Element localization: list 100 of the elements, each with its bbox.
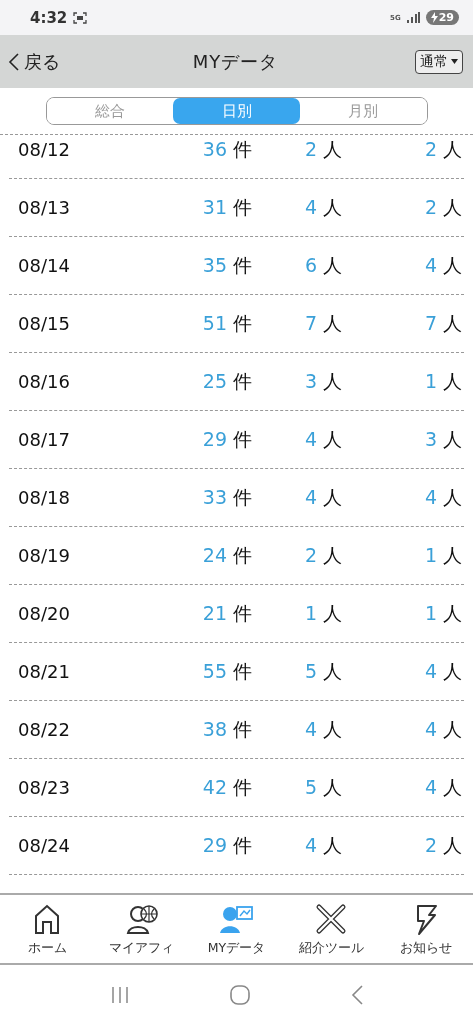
unit-label: 件: [233, 832, 252, 858]
count-value: 2: [424, 137, 437, 160]
count-value: 51: [202, 311, 227, 334]
count-value: 29: [202, 427, 227, 450]
count-value: 4: [304, 195, 317, 218]
count-value: 42: [202, 775, 227, 798]
count-value: 1: [424, 543, 437, 566]
count-value: 4: [304, 717, 317, 740]
nav-tab[interactable]: お知らせ: [380, 901, 471, 957]
count-value: 4: [424, 659, 437, 682]
date-label: 08/21: [18, 661, 71, 682]
count-value: 2: [424, 195, 437, 218]
back-icon[interactable]: [349, 983, 364, 1006]
unit-label: 人: [443, 832, 462, 858]
battery-indicator: 29: [425, 10, 459, 25]
count-value: 4: [304, 427, 317, 450]
count-value: 4: [424, 717, 437, 740]
nav-tab[interactable]: 紹介ツール: [286, 901, 377, 957]
date-label: 08/15: [18, 313, 71, 334]
count-value: 4: [304, 833, 317, 856]
unit-label: 人: [443, 600, 462, 626]
unit-label: 人: [323, 600, 342, 626]
unit-label: 件: [233, 426, 252, 452]
unit-label: 人: [323, 136, 342, 162]
count-value: 4: [424, 775, 437, 798]
date-label: 08/14: [18, 255, 71, 276]
unit-label: 人: [323, 368, 342, 394]
count-value: 21: [202, 601, 227, 624]
unit-label: 人: [443, 368, 462, 394]
count-value: 1: [424, 601, 437, 624]
count-value: 31: [202, 195, 227, 218]
unit-label: 件: [233, 136, 252, 162]
unit-label: 件: [233, 484, 252, 510]
date-label: 08/17: [18, 429, 71, 450]
count-value: 7: [304, 311, 317, 334]
back-button[interactable]: 戻る: [8, 49, 108, 74]
count-value: 55: [202, 659, 227, 682]
unit-label: 人: [443, 774, 462, 800]
count-value: 24: [202, 543, 227, 566]
caret-icon: [451, 59, 458, 64]
date-label: 08/13: [18, 197, 71, 218]
count-value: 2: [424, 833, 437, 856]
unit-label: 人: [323, 484, 342, 510]
recent-apps-icon[interactable]: [109, 985, 130, 1004]
unit-label: 人: [323, 542, 342, 568]
nav-tab[interactable]: MYデータ: [191, 901, 282, 957]
count-value: 2: [304, 543, 317, 566]
unit-label: 件: [233, 252, 252, 278]
count-value: 4: [424, 253, 437, 276]
count-value: 3: [424, 427, 437, 450]
date-label: 08/12: [18, 139, 71, 160]
unit-label: 人: [443, 658, 462, 684]
unit-label: 人: [323, 832, 342, 858]
unit-label: 人: [323, 194, 342, 220]
date-label: 08/19: [18, 545, 71, 566]
unit-label: 人: [323, 658, 342, 684]
count-value: 2: [304, 137, 317, 160]
date-label: 08/24: [18, 835, 71, 856]
count-value: 36: [202, 137, 227, 160]
count-value: 5: [304, 659, 317, 682]
mode-dropdown[interactable]: 通常: [415, 49, 463, 74]
nav-tab[interactable]: マイアフィ: [96, 901, 187, 957]
count-value: 33: [202, 485, 227, 508]
count-value: 38: [202, 717, 227, 740]
unit-label: 件: [233, 310, 252, 336]
date-label: 08/18: [18, 487, 71, 508]
count-value: 5: [304, 775, 317, 798]
unit-label: 人: [323, 252, 342, 278]
unit-label: 人: [443, 542, 462, 568]
count-value: 7: [424, 311, 437, 334]
count-value: 25: [202, 369, 227, 392]
count-value: 3: [304, 369, 317, 392]
count-value: 1: [424, 369, 437, 392]
unit-label: 人: [443, 194, 462, 220]
count-value: 4: [304, 485, 317, 508]
unit-label: 件: [233, 194, 252, 220]
unit-label: 人: [443, 426, 462, 452]
unit-label: 人: [443, 716, 462, 742]
unit-label: 件: [233, 600, 252, 626]
date-label: 08/20: [18, 603, 71, 624]
unit-label: 人: [323, 426, 342, 452]
unit-label: 人: [443, 136, 462, 162]
unit-label: 件: [233, 774, 252, 800]
date-label: 08/23: [18, 777, 71, 798]
unit-label: 人: [323, 716, 342, 742]
unit-label: 人: [443, 484, 462, 510]
lightning-icon: [430, 12, 438, 23]
count-value: 1: [304, 601, 317, 624]
count-value: 29: [202, 833, 227, 856]
home-icon[interactable]: [228, 983, 251, 1006]
status-time: 4:32: [30, 8, 68, 27]
unit-label: 人: [443, 252, 462, 278]
unit-label: 件: [233, 716, 252, 742]
unit-label: 件: [233, 542, 252, 568]
signal-icon: [406, 12, 420, 23]
count-value: 6: [304, 253, 317, 276]
unit-label: 件: [233, 368, 252, 394]
nav-tab[interactable]: ホーム: [2, 901, 93, 957]
date-label: 08/16: [18, 371, 71, 392]
unit-label: 人: [323, 310, 342, 336]
